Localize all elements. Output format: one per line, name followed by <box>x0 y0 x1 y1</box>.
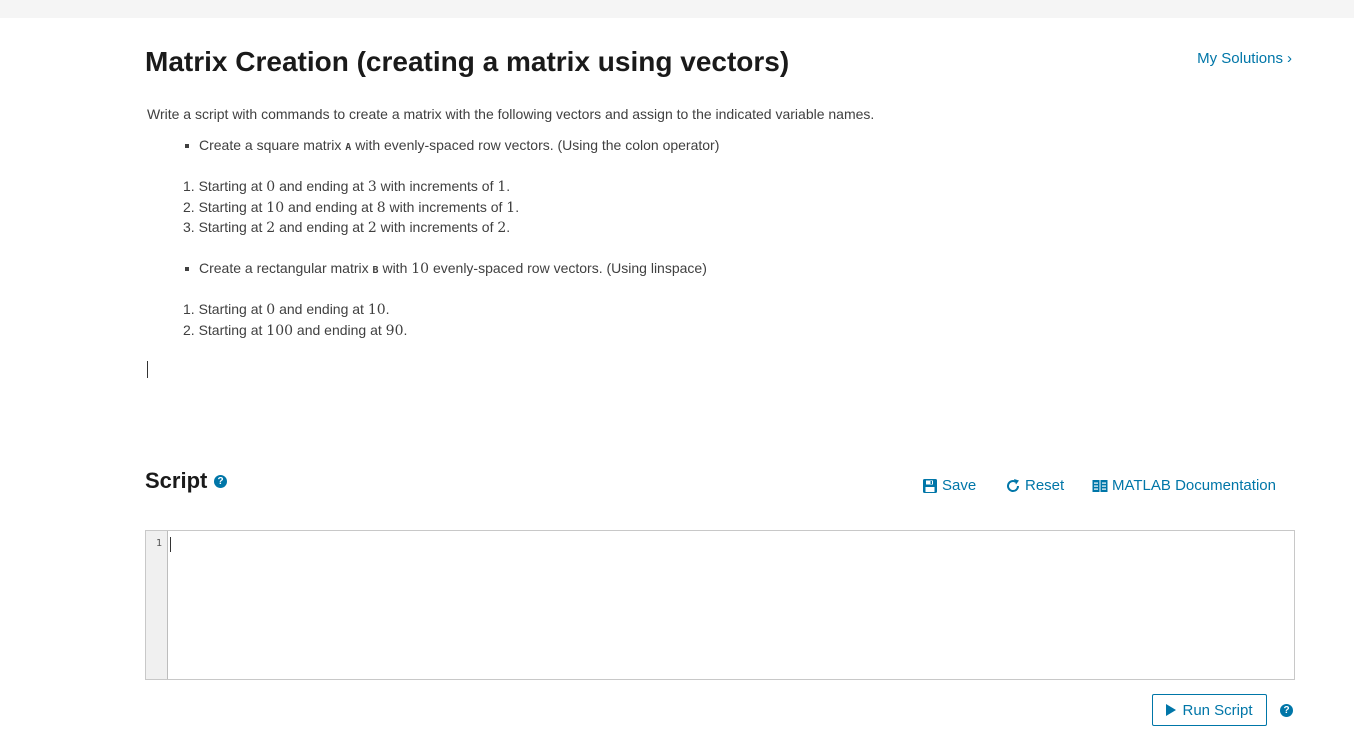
bullet-text: with evenly-spaced row vectors. (Using t… <box>351 137 720 153</box>
math-value: 10 <box>266 200 285 216</box>
bullet-square-matrix: Create a square matrix A with evenly-spa… <box>184 137 720 153</box>
list-item: 2. Starting at 100 and ending at 90. <box>183 322 407 339</box>
top-bar <box>0 0 1354 18</box>
text-caret <box>147 361 148 378</box>
math-value: 10 <box>367 302 386 318</box>
math-value: 90 <box>385 323 404 339</box>
math-value: 2 <box>497 220 507 236</box>
bullet-text: evenly-spaced row vectors. (Using linspa… <box>429 260 707 276</box>
question-circle-icon[interactable]: ? <box>214 475 227 488</box>
math-value: 1 <box>506 200 516 216</box>
run-script-label: Run Script <box>1182 701 1253 719</box>
math-value: 1 <box>497 179 507 195</box>
bullet-text: with <box>378 260 412 276</box>
step-text: and ending at <box>293 322 386 338</box>
matlab-documentation-label: MATLAB Documentation <box>1112 477 1276 494</box>
my-solutions-label: My Solutions <box>1197 50 1283 67</box>
step-text: and ending at <box>275 178 368 194</box>
step-text: and ending at <box>275 219 368 235</box>
math-value: 100 <box>266 323 294 339</box>
play-icon <box>1166 704 1177 716</box>
step-number: 1. <box>183 178 195 194</box>
run-script-button[interactable]: Run Script <box>1152 694 1267 726</box>
step-number: 2. <box>183 322 195 338</box>
step-text: . <box>403 322 408 338</box>
code-input-area[interactable] <box>168 531 1294 679</box>
list-item: 2. Starting at 10 and ending at 8 with i… <box>183 199 519 216</box>
bullet-text: Create a square matrix <box>199 137 346 153</box>
list-item: 1. Starting at 0 and ending at 3 with in… <box>183 178 510 195</box>
bullet-text: Create a rectangular matrix <box>199 260 373 276</box>
step-text: with increments of <box>376 178 498 194</box>
chevron-right-icon: › <box>1287 50 1292 67</box>
step-text: with increments of <box>376 219 498 235</box>
math-value: 0 <box>266 302 276 318</box>
step-text: Starting at <box>198 199 267 215</box>
matlab-documentation-link[interactable]: MATLAB Documentation <box>1092 477 1276 494</box>
step-number: 3. <box>183 219 195 235</box>
save-label: Save <box>942 477 977 494</box>
step-text: Starting at <box>198 301 267 317</box>
list-item: 1. Starting at 0 and ending at 10. <box>183 301 390 318</box>
math-value: 8 <box>376 200 386 216</box>
step-text: Starting at <box>198 178 267 194</box>
reset-label: Reset <box>1025 477 1065 494</box>
floppy-disk-icon <box>923 478 937 493</box>
math-value: 10 <box>411 261 430 277</box>
page-title: Matrix Creation (creating a matrix using… <box>145 46 790 77</box>
step-number: 1. <box>183 301 195 317</box>
bullet-rectangular-matrix: Create a rectangular matrix B with 10 ev… <box>185 260 707 277</box>
step-number: 2. <box>183 199 195 215</box>
code-editor[interactable]: 1 <box>145 530 1295 680</box>
script-heading: Script <box>145 468 208 493</box>
math-value: 2 <box>367 220 377 236</box>
book-icon <box>1092 479 1108 492</box>
step-text: Starting at <box>198 322 267 338</box>
step-text: and ending at <box>275 301 368 317</box>
my-solutions-link[interactable]: My Solutions › <box>1197 50 1292 67</box>
line-number-gutter: 1 <box>146 531 168 679</box>
save-button[interactable]: Save <box>922 477 976 494</box>
step-text: with increments of <box>385 199 507 215</box>
step-text: . <box>385 301 390 317</box>
question-circle-icon[interactable]: ? <box>1280 704 1293 717</box>
math-value: 3 <box>367 179 377 195</box>
editor-caret <box>170 537 171 552</box>
step-text: . <box>515 199 520 215</box>
math-value: 0 <box>266 179 276 195</box>
list-item: 3. Starting at 2 and ending at 2 with in… <box>183 219 510 236</box>
math-value: 2 <box>266 220 276 236</box>
line-number: 1 <box>155 538 162 549</box>
step-text: Starting at <box>198 219 267 235</box>
step-text: and ending at <box>284 199 377 215</box>
problem-description: Write a script with commands to create a… <box>147 106 875 122</box>
reset-button[interactable]: Reset <box>1005 477 1064 494</box>
refresh-icon <box>1007 478 1020 492</box>
step-text: . <box>506 219 511 235</box>
step-text: . <box>506 178 511 194</box>
